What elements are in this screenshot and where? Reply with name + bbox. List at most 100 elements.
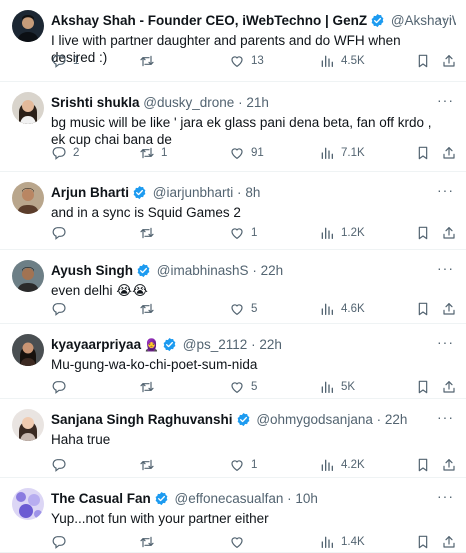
views-chart-icon (319, 225, 335, 241)
like-button[interactable]: 5 (229, 378, 257, 396)
tweet[interactable]: Ayush Singh @imabhinashS · 22h ··· even de… (0, 250, 466, 324)
tweet[interactable]: Sanjana Singh Raghuvanshi @ohmygodsanjan… (0, 399, 466, 478)
timestamp[interactable]: 22h (261, 263, 284, 278)
tweet-header: Arjun Bharti @iarjunbharti · 8h (51, 184, 456, 202)
views-button-count: 4.2K (341, 459, 365, 471)
repost-button[interactable] (139, 533, 161, 551)
author-name[interactable]: The Casual Fan (51, 491, 151, 506)
timestamp[interactable]: 22h (385, 412, 408, 427)
author-name[interactable]: kyayaarpriyaa (51, 337, 141, 352)
verified-badge-icon (233, 412, 253, 427)
bookmark-button[interactable] (415, 144, 431, 162)
bookmark-button[interactable] (415, 378, 431, 396)
like-button-count: 1 (251, 459, 258, 471)
avatar[interactable] (12, 260, 44, 292)
tweet[interactable]: kyayaarpriyaa 🧕 @ps_2112 · 22h ··· Mu-gung-… (0, 324, 466, 399)
reply-button[interactable] (51, 300, 73, 318)
reply-button[interactable] (51, 378, 73, 396)
reply-button[interactable]: 2 (51, 144, 79, 162)
bookmark-button[interactable] (415, 300, 431, 318)
views-button[interactable]: 4.2K (319, 456, 365, 474)
reply-button[interactable] (51, 533, 73, 551)
share-button[interactable] (441, 300, 457, 318)
author-handle[interactable]: @dusky_drone (143, 95, 234, 110)
repost-button[interactable]: 1 (139, 144, 167, 162)
more-options-icon[interactable]: ··· (437, 334, 454, 350)
tweet[interactable]: Srishti shukla @dusky_drone · 21h ··· bg m… (0, 82, 466, 172)
like-button-count: 13 (251, 55, 264, 67)
man-avatar (12, 182, 44, 214)
repost-button[interactable] (139, 456, 161, 474)
views-button[interactable]: 1.2K (319, 224, 365, 242)
timestamp[interactable]: 10h (295, 491, 318, 506)
heart-icon (229, 225, 245, 241)
author-handle[interactable]: @imabhinashS (157, 263, 249, 278)
views-button[interactable]: 1.4K (319, 533, 365, 551)
like-button[interactable]: 1 (229, 456, 257, 474)
tweet[interactable]: Arjun Bharti @iarjunbharti · 8h ··· and in… (0, 172, 466, 250)
more-options-icon[interactable]: ··· (437, 409, 454, 425)
like-button[interactable]: 1 (229, 224, 257, 242)
author-name[interactable]: Srishti shukla (51, 95, 140, 110)
like-button[interactable]: 91 (229, 144, 264, 162)
tweet[interactable]: The Casual Fan @effonecasualfan · 10h ···… (0, 478, 466, 553)
share-button[interactable] (441, 456, 457, 474)
repost-button[interactable] (139, 224, 161, 242)
bookmark-button[interactable] (415, 224, 431, 242)
like-button[interactable]: 13 (229, 52, 264, 70)
author-handle[interactable]: @ps_2112 (183, 337, 248, 352)
views-button-count: 1.2K (341, 227, 365, 239)
heart-icon (229, 379, 245, 395)
avatar[interactable] (12, 334, 44, 366)
share-icon (441, 457, 457, 473)
author-name[interactable]: Sanjana Singh Raghuvanshi (51, 412, 233, 427)
timestamp[interactable]: 21h (246, 95, 269, 110)
more-options-icon[interactable]: ··· (437, 260, 454, 276)
views-chart-icon (319, 53, 335, 69)
reply-button[interactable] (51, 456, 73, 474)
share-button[interactable] (441, 144, 457, 162)
views-button[interactable]: 5K (319, 378, 355, 396)
author-handle[interactable]: @ohmygodsanjana (256, 412, 373, 427)
more-options-icon[interactable]: ··· (437, 182, 454, 198)
reply-icon (51, 457, 67, 473)
more-options-icon[interactable]: ··· (437, 10, 454, 26)
share-button[interactable] (441, 533, 457, 551)
reply-icon (51, 53, 67, 69)
share-button[interactable] (441, 52, 457, 70)
author-name[interactable]: Ayush Singh (51, 263, 133, 278)
repost-button-count: 1 (161, 147, 168, 159)
repost-button[interactable] (139, 378, 161, 396)
more-options-icon[interactable]: ··· (437, 488, 454, 504)
avatar[interactable] (12, 92, 44, 124)
repost-button[interactable] (139, 52, 161, 70)
avatar[interactable] (12, 10, 44, 42)
author-name[interactable]: Arjun Bharti (51, 185, 129, 200)
author-handle[interactable]: @effonecasualfan (175, 491, 284, 506)
like-button[interactable]: 5 (229, 300, 257, 318)
bookmark-button[interactable] (415, 52, 431, 70)
bookmark-button[interactable] (415, 533, 431, 551)
repost-icon (139, 379, 155, 395)
avatar[interactable] (12, 488, 44, 520)
like-button[interactable] (229, 533, 251, 551)
share-button[interactable] (441, 224, 457, 242)
author-handle[interactable]: @iarjunbharti (153, 185, 234, 200)
avatar[interactable] (12, 409, 44, 441)
reply-button[interactable]: 1 (51, 52, 79, 70)
verified-badge-icon (367, 13, 387, 28)
avatar[interactable] (12, 182, 44, 214)
views-button[interactable]: 7.1K (319, 144, 365, 162)
views-button[interactable]: 4.5K (319, 52, 365, 70)
timestamp[interactable]: 8h (245, 185, 260, 200)
tweet[interactable]: Akshay Shah - Founder CEO, iWebTechno | … (0, 0, 466, 82)
timestamp[interactable]: 22h (259, 337, 282, 352)
reply-button[interactable] (51, 224, 73, 242)
separator-dot: · (376, 412, 382, 427)
repost-button[interactable] (139, 300, 161, 318)
bookmark-button[interactable] (415, 456, 431, 474)
more-options-icon[interactable]: ··· (437, 92, 454, 108)
share-button[interactable] (441, 378, 457, 396)
author-name[interactable]: Akshay Shah - Founder CEO, iWebTechno | … (51, 13, 367, 28)
views-button[interactable]: 4.6K (319, 300, 365, 318)
